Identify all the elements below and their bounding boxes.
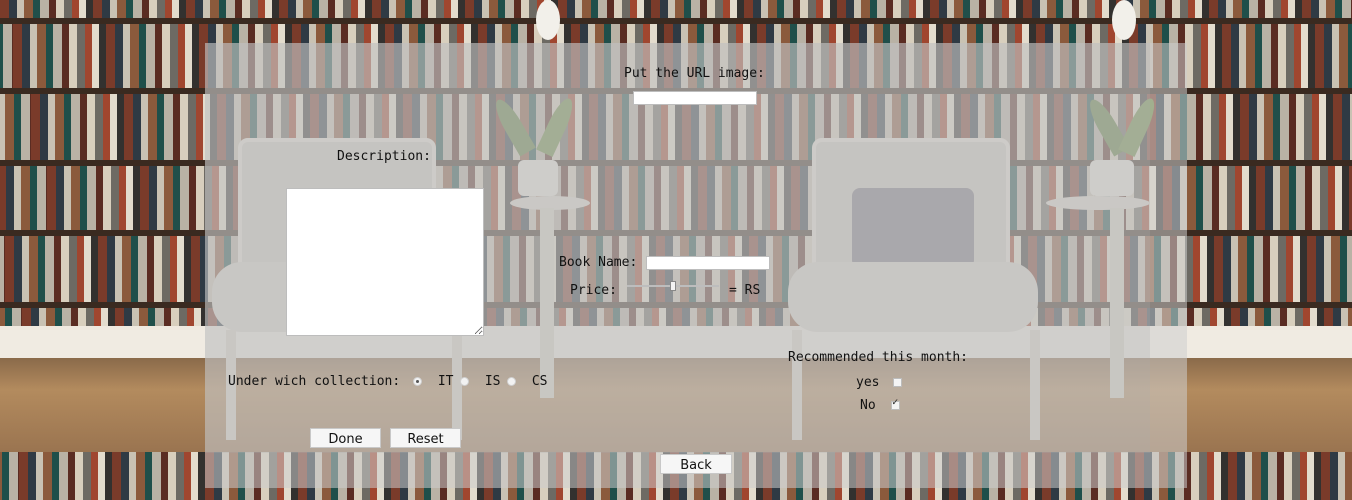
radio-is[interactable]: [460, 377, 469, 386]
done-button[interactable]: Done: [310, 428, 381, 448]
url-image-input[interactable]: [633, 91, 757, 105]
radio-it-label: IT: [437, 374, 454, 389]
recommended-option-yes[interactable]: yes: [856, 375, 903, 390]
collection-option-cs[interactable]: CS: [507, 374, 547, 389]
radio-cs[interactable]: [507, 377, 516, 386]
book-name-label: Book Name:: [559, 255, 638, 270]
radio-cs-label: CS: [531, 374, 548, 389]
collection-option-it[interactable]: IT: [413, 374, 453, 389]
radio-it[interactable]: [413, 377, 422, 386]
recommended-label: Recommended this month:: [788, 350, 969, 365]
book-name-input[interactable]: [646, 256, 770, 270]
recommended-option-no[interactable]: No: [860, 398, 901, 413]
collection-label: Under wich collection:: [228, 374, 401, 389]
back-button[interactable]: Back: [660, 454, 732, 474]
collection-option-is[interactable]: IS: [460, 374, 500, 389]
checkbox-yes-label: yes: [856, 375, 880, 390]
price-slider[interactable]: [627, 281, 719, 291]
reset-button[interactable]: Reset: [390, 428, 461, 448]
checkbox-no[interactable]: [891, 398, 901, 410]
description-textarea[interactable]: [286, 188, 484, 336]
checkbox-yes[interactable]: [893, 378, 903, 387]
url-image-label: Put the URL image:: [624, 66, 765, 81]
price-slider-thumb[interactable]: [670, 281, 676, 291]
price-currency-label: = RS: [729, 283, 761, 298]
checkbox-no-label: No: [860, 398, 876, 413]
price-label: Price:: [570, 283, 617, 298]
description-label: Description:: [337, 149, 431, 164]
radio-is-label: IS: [484, 374, 501, 389]
